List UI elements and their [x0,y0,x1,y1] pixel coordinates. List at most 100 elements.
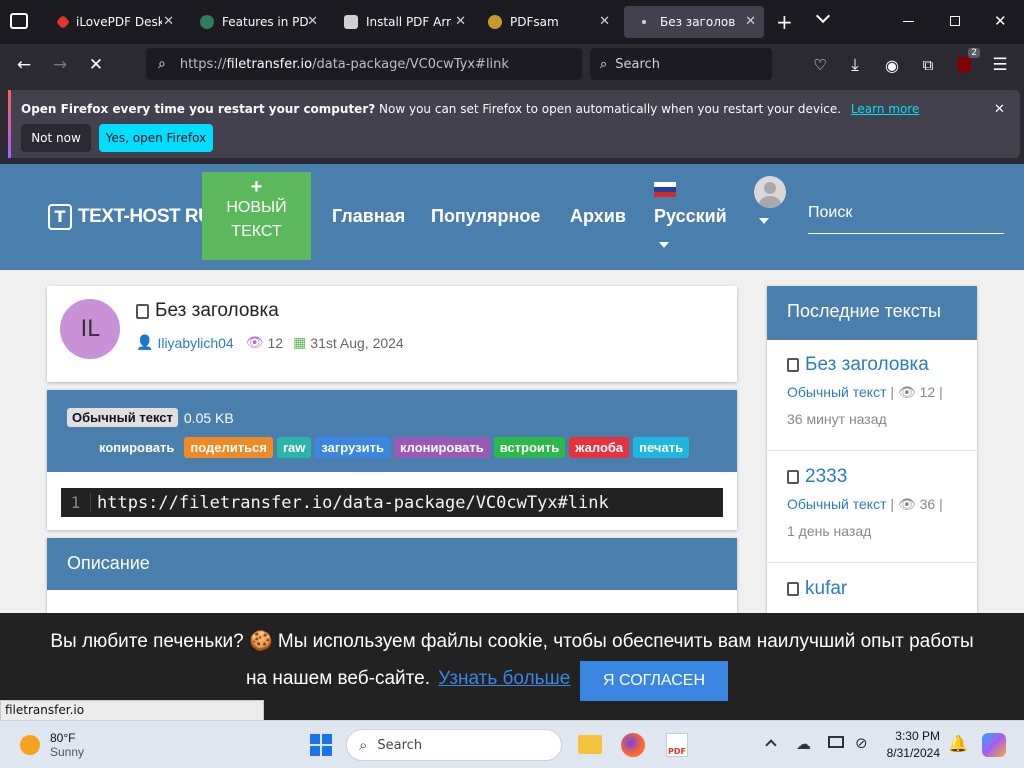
recent-title[interactable]: kufar [805,578,847,600]
close-window-icon[interactable]: ✕ [994,12,1007,30]
firefox-icon[interactable] [621,733,645,757]
network-icon[interactable]: ⊘ [855,734,868,752]
tab-pdfsam[interactable]: PDFsam ✕ [476,6,618,38]
accept-cookies-button[interactable]: Я СОГЛАСЕН [580,661,728,701]
user-caret-icon[interactable] [759,218,769,224]
plus-icon: + [250,176,263,198]
back-arrow-icon[interactable]: ← [12,53,36,77]
cloud-icon[interactable]: ☁ [796,735,811,753]
close-notification-icon[interactable]: ✕ [994,102,1005,117]
copilot-icon[interactable] [982,733,1006,757]
copy-button[interactable]: копировать [93,437,181,458]
status-url-tooltip: filetransfer.io [0,700,264,721]
download-icon[interactable]: ⤓ [843,53,867,77]
clock[interactable]: 3:30 PM 8/31/2024 [886,729,940,760]
yes-open-firefox-button[interactable]: Yes, open Firefox [99,124,213,152]
site-header: T TEXT-HOST RU + НОВЫЙ ТЕКСТ Главная Поп… [0,162,1024,270]
hamburger-menu-icon[interactable]: ☰ [988,53,1012,77]
nav-home[interactable]: Главная [332,206,405,227]
url-path: /data-package/VC0cwTyx#link [312,56,509,72]
text-type-badge: Обычный текст [67,408,178,427]
calendar-icon: ▦ [293,334,307,350]
display-icon[interactable] [828,736,844,748]
ilovepdf-taskbar-icon[interactable]: PDF [666,733,688,757]
site-search-input[interactable]: Поиск [808,204,1004,234]
download-button[interactable]: загрузить [315,437,390,458]
tab-list-icon[interactable] [10,13,28,29]
tab-ilovepdf[interactable]: iLovePDF Desktop ✕ [46,6,182,38]
embed-button[interactable]: встроить [493,437,566,458]
close-tab-icon[interactable]: ✕ [163,14,174,29]
code-text: https://filetransfer.io/data-package/VC0… [97,492,609,513]
file-explorer-icon[interactable] [578,735,602,754]
restore-icon[interactable] [950,16,960,26]
ublock-origin-icon[interactable]: 2 [952,48,980,77]
list-item[interactable]: Без заголовка Обычный текст | 👁 12 | 36 … [767,340,977,451]
close-tab-icon[interactable]: ✕ [599,14,610,29]
description-heading: Описание [47,538,737,590]
close-tab-icon[interactable]: ✕ [307,14,318,29]
raw-button[interactable]: raw [276,437,312,458]
minimize-icon[interactable] [903,21,914,22]
search-bar[interactable]: ⌕ Search [590,48,772,80]
language-caret-icon[interactable] [659,242,669,248]
recent-title[interactable]: 2333 [805,466,847,488]
stop-loading-icon[interactable]: ✕ [84,53,108,77]
clone-button[interactable]: клонировать [393,437,490,458]
print-button[interactable]: печать [633,437,690,458]
list-item[interactable]: 2333 Обычный текст | 👁 36 | 1 день назад [767,452,977,563]
notification-bell-icon[interactable]: 🔔 [948,734,968,753]
new-text-button[interactable]: + НОВЫЙ ТЕКСТ [202,172,311,260]
taskbar: 80°F Sunny ⌕ Search PDF ☁ ⊘ 3:30 PM 8/31… [0,720,1024,768]
learn-more-link[interactable]: Learn more [851,102,919,116]
url-domain: filetransfer.io [226,56,313,72]
document-icon [136,303,149,319]
close-tab-icon[interactable]: ✕ [455,14,466,29]
taskbar-search-box[interactable]: ⌕ Search [346,729,562,761]
paste-size: 0.05 KB [183,409,234,426]
weather-condition: Sunny [50,745,85,759]
windows-start-icon[interactable] [310,734,332,756]
code-block[interactable]: 1 https://filetransfer.io/data-package/V… [61,488,723,517]
paste-card: Обычный текст 0.05 KB копировать поделить… [47,390,737,530]
search-icon: ⌕ [600,56,608,72]
share-button[interactable]: поделиться [184,437,273,458]
account-icon[interactable]: ◉ [880,53,904,77]
tab-active-text-host[interactable]: Без заголовка - Т ✕ [624,6,764,38]
line-number: 1 [61,493,91,512]
action-buttons: копировать поделиться raw загрузить клониров… [93,437,693,458]
puzzle-favicon-icon [344,15,358,29]
not-now-button[interactable]: Not now [21,124,91,152]
new-tab-icon[interactable]: + [776,10,793,34]
search-icon: ⌕ [158,56,166,72]
forward-arrow-icon[interactable]: → [48,53,72,77]
weather-widget[interactable]: 80°F Sunny [20,731,84,759]
tab-bar: iLovePDF Desktop ✕ Features in PDFsam ✕ … [0,0,1024,44]
url-prefix: https:// [179,56,227,72]
tab-features-pdfsam[interactable]: Features in PDFsam ✕ [188,6,326,38]
nav-popular[interactable]: Популярное [431,206,540,227]
tab-overflow-chevron-icon[interactable] [815,8,831,24]
extensions-icon[interactable]: ⧉ [916,53,940,77]
tab-install-pdf-arranger[interactable]: Install PDF Arranger ✕ [332,6,474,38]
user-avatar-icon[interactable] [754,176,786,208]
author-link[interactable]: Iliyabylich04 [157,335,233,351]
learn-more-cookie-link[interactable]: Узнать больше [438,668,570,689]
restart-notification-bar: Open Firefox every time you restart your… [0,86,1024,162]
post-date: 31st Aug, 2024 [310,334,404,351]
russian-flag-icon [654,182,676,197]
document-icon [787,470,799,484]
report-button[interactable]: жалоба [569,437,630,458]
nav-language[interactable]: Русский [654,206,727,227]
url-bar[interactable]: ⌕ https://filetransfer.io/data-package/V… [146,48,582,80]
cookie-text-line1: Вы любите печеньки? 🍪 Мы используем файл… [50,631,974,652]
document-icon [787,582,799,596]
close-tab-icon[interactable]: ✕ [745,14,756,29]
tray-chevron-up-icon[interactable] [765,739,777,751]
pocket-icon[interactable]: ♡ [808,53,832,77]
nav-archive[interactable]: Архив [570,206,626,227]
post-header-card: IL Без заголовка 👤 Iliyabylich04 👁 12 ▦ … [47,286,737,382]
ilovepdf-favicon-icon [55,14,71,30]
recent-title[interactable]: Без заголовка [805,354,929,376]
site-logo[interactable]: T TEXT-HOST RU [48,204,212,230]
